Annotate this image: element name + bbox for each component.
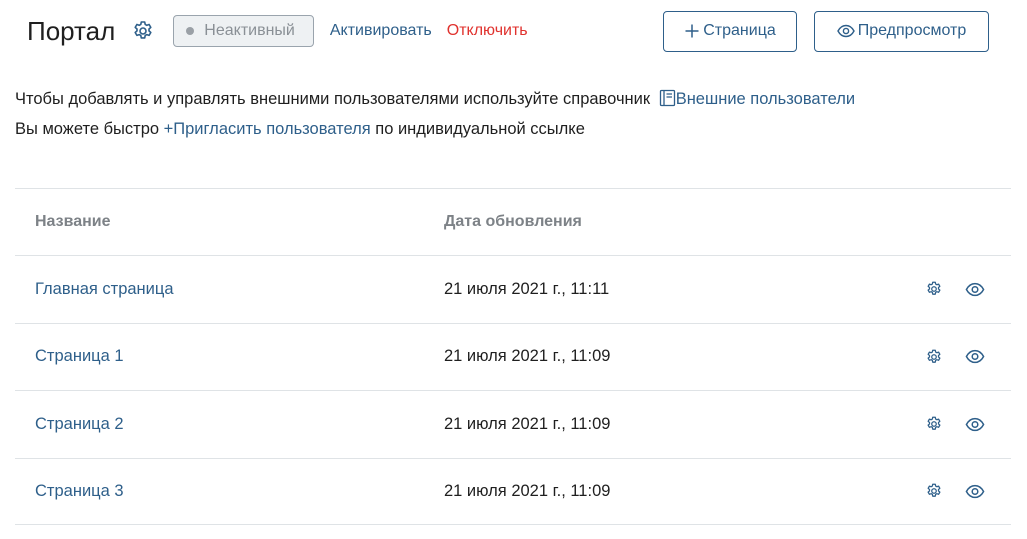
gear-icon[interactable] — [923, 480, 945, 502]
column-header-name: Название — [35, 213, 111, 230]
pages-table: Название Дата обновления Главная страниц… — [15, 188, 1011, 525]
table-header: Название Дата обновления — [15, 188, 1011, 255]
table-row: Страница 2 21 июля 2021 г., 11:09 — [15, 390, 1011, 458]
add-page-button[interactable]: Страница — [663, 10, 797, 52]
eye-icon[interactable] — [964, 278, 986, 300]
external-users-link[interactable]: Внешние пользователи — [676, 90, 855, 108]
add-page-label: Страница — [703, 22, 776, 39]
gear-icon[interactable] — [923, 278, 945, 300]
preview-label: Предпросмотр — [857, 22, 967, 39]
info-line-2-tail: по индивидуальной ссылке — [370, 120, 585, 138]
eye-icon[interactable] — [964, 413, 986, 435]
status-badge: Неактивный — [173, 15, 314, 47]
page-updated-date: 21 июля 2021 г., 11:11 — [444, 279, 610, 298]
table-row: Страница 3 21 июля 2021 г., 11:09 — [15, 457, 1011, 525]
table-row: Страница 1 21 июля 2021 г., 11:09 — [15, 322, 1011, 391]
eye-icon — [836, 24, 855, 38]
table-row: Главная страница 21 июля 2021 г., 11:11 — [15, 255, 1011, 323]
status-dot — [186, 27, 195, 35]
info-line-1-text: Чтобы добавлять и управлять внешними пол… — [15, 90, 655, 108]
page-updated-date: 21 июля 2021 г., 11:09 — [444, 481, 611, 500]
page-updated-date: 21 июля 2021 г., 11:09 — [444, 414, 611, 433]
gear-icon[interactable] — [923, 346, 945, 368]
activate-link[interactable]: Активировать — [330, 22, 432, 40]
status-label: Неактивный — [204, 22, 295, 39]
plus-icon — [685, 24, 699, 38]
eye-icon[interactable] — [964, 480, 986, 502]
invite-user-link[interactable]: +Пригласить пользователя — [164, 120, 371, 138]
info-line-1: Чтобы добавлять и управлять внешними пол… — [15, 86, 855, 116]
info-text: Чтобы добавлять и управлять внешними пол… — [15, 86, 855, 143]
page-header: Портал Неактивный Активировать Отключить… — [27, 10, 989, 52]
page-name-link[interactable]: Страница 3 — [35, 482, 124, 500]
preview-button[interactable]: Предпросмотр — [814, 10, 989, 52]
gear-icon[interactable] — [923, 413, 945, 435]
info-line-2-text: Вы можете быстро — [15, 120, 164, 138]
gear-icon[interactable] — [131, 19, 155, 43]
disable-link[interactable]: Отключить — [447, 22, 528, 40]
eye-icon[interactable] — [964, 346, 986, 368]
page-title: Портал — [27, 15, 116, 46]
book-icon[interactable] — [659, 89, 676, 116]
page-name-link[interactable]: Главная страница — [35, 280, 174, 298]
info-line-2: Вы можете быстро +Пригласить пользовател… — [15, 116, 855, 143]
page-updated-date: 21 июля 2021 г., 11:09 — [444, 347, 611, 366]
page-name-link[interactable]: Страница 1 — [35, 347, 124, 365]
page-name-link[interactable]: Страница 2 — [35, 415, 124, 433]
column-header-updated: Дата обновления — [444, 213, 582, 230]
